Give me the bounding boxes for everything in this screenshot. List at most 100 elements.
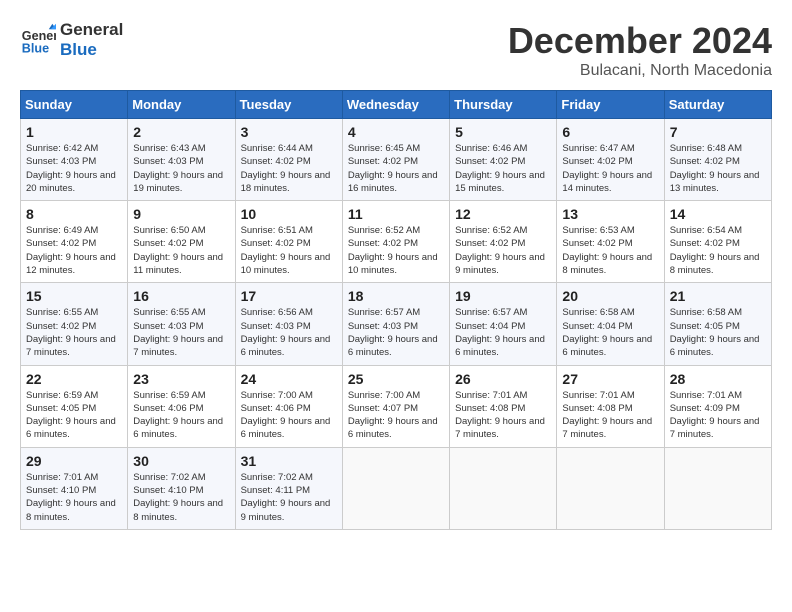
day-header-sunday: Sunday — [21, 91, 128, 119]
logo-blue: Blue — [60, 40, 123, 60]
day-header-friday: Friday — [557, 91, 664, 119]
day-number: 18 — [348, 288, 444, 304]
day-number: 8 — [26, 206, 122, 222]
day-info: Sunrise: 7:01 AMSunset: 4:09 PMDaylight:… — [670, 389, 766, 442]
calendar-week-row: 22 Sunrise: 6:59 AMSunset: 4:05 PMDayligh… — [21, 365, 772, 447]
day-number: 16 — [133, 288, 229, 304]
day-number: 29 — [26, 453, 122, 469]
calendar-cell: 19 Sunrise: 6:57 AMSunset: 4:04 PMDayligh… — [450, 283, 557, 365]
day-number: 6 — [562, 124, 658, 140]
calendar-cell: 5 Sunrise: 6:46 AMSunset: 4:02 PMDaylight… — [450, 119, 557, 201]
day-number: 25 — [348, 371, 444, 387]
day-number: 1 — [26, 124, 122, 140]
calendar-cell: 10 Sunrise: 6:51 AMSunset: 4:02 PMDayligh… — [235, 201, 342, 283]
calendar-cell: 21 Sunrise: 6:58 AMSunset: 4:05 PMDayligh… — [664, 283, 771, 365]
day-info: Sunrise: 6:46 AMSunset: 4:02 PMDaylight:… — [455, 142, 551, 195]
calendar-cell: 31 Sunrise: 7:02 AMSunset: 4:11 PMDayligh… — [235, 447, 342, 529]
calendar-cell: 18Sunrise: 6:57 AMSunset: 4:03 PMDayligh… — [342, 283, 449, 365]
calendar-cell: 24 Sunrise: 7:00 AMSunset: 4:06 PMDayligh… — [235, 365, 342, 447]
day-number: 2 — [133, 124, 229, 140]
calendar-cell: 17 Sunrise: 6:56 AMSunset: 4:03 PMDayligh… — [235, 283, 342, 365]
calendar-cell: 28 Sunrise: 7:01 AMSunset: 4:09 PMDayligh… — [664, 365, 771, 447]
calendar-cell — [557, 447, 664, 529]
month-title: December 2024 — [508, 20, 772, 62]
calendar-cell: 6 Sunrise: 6:47 AMSunset: 4:02 PMDaylight… — [557, 119, 664, 201]
day-header-thursday: Thursday — [450, 91, 557, 119]
calendar-cell: 27 Sunrise: 7:01 AMSunset: 4:08 PMDayligh… — [557, 365, 664, 447]
calendar-cell: 26 Sunrise: 7:01 AMSunset: 4:08 PMDayligh… — [450, 365, 557, 447]
day-number: 12 — [455, 206, 551, 222]
day-info: Sunrise: 7:00 AMSunset: 4:07 PMDaylight:… — [348, 389, 444, 442]
day-number: 17 — [241, 288, 337, 304]
day-number: 20 — [562, 288, 658, 304]
day-info: Sunrise: 6:52 AMSunset: 4:02 PMDaylight:… — [455, 224, 551, 277]
day-header-monday: Monday — [128, 91, 235, 119]
day-number: 30 — [133, 453, 229, 469]
day-info: Sunrise: 6:57 AMSunset: 4:04 PMDaylight:… — [455, 306, 551, 359]
day-info: Sunrise: 6:51 AMSunset: 4:02 PMDaylight:… — [241, 224, 337, 277]
logo-icon: General Blue — [20, 22, 56, 58]
day-info: Sunrise: 7:00 AMSunset: 4:06 PMDaylight:… — [241, 389, 337, 442]
day-info: Sunrise: 6:47 AMSunset: 4:02 PMDaylight:… — [562, 142, 658, 195]
day-number: 7 — [670, 124, 766, 140]
calendar-cell: 25 Sunrise: 7:00 AMSunset: 4:07 PMDayligh… — [342, 365, 449, 447]
calendar-cell: 23Sunrise: 6:59 AMSunset: 4:06 PMDayligh… — [128, 365, 235, 447]
day-info: Sunrise: 6:59 AMSunset: 4:06 PMDaylight:… — [133, 389, 229, 442]
day-header-tuesday: Tuesday — [235, 91, 342, 119]
day-number: 31 — [241, 453, 337, 469]
svg-text:Blue: Blue — [22, 42, 49, 56]
day-info: Sunrise: 6:49 AMSunset: 4:02 PMDaylight:… — [26, 224, 122, 277]
day-number: 21 — [670, 288, 766, 304]
day-number: 11 — [348, 206, 444, 222]
day-header-wednesday: Wednesday — [342, 91, 449, 119]
day-info: Sunrise: 6:44 AMSunset: 4:02 PMDaylight:… — [241, 142, 337, 195]
day-number: 22 — [26, 371, 122, 387]
calendar-cell: 15Sunrise: 6:55 AMSunset: 4:02 PMDayligh… — [21, 283, 128, 365]
calendar-week-row: 1 Sunrise: 6:42 AMSunset: 4:03 PMDaylight… — [21, 119, 772, 201]
calendar-cell: 12 Sunrise: 6:52 AMSunset: 4:02 PMDayligh… — [450, 201, 557, 283]
calendar-cell: 7Sunrise: 6:48 AMSunset: 4:02 PMDaylight… — [664, 119, 771, 201]
day-info: Sunrise: 7:01 AMSunset: 4:08 PMDaylight:… — [562, 389, 658, 442]
day-header-saturday: Saturday — [664, 91, 771, 119]
calendar-cell: 1 Sunrise: 6:42 AMSunset: 4:03 PMDaylight… — [21, 119, 128, 201]
calendar-cell: 22 Sunrise: 6:59 AMSunset: 4:05 PMDayligh… — [21, 365, 128, 447]
day-info: Sunrise: 6:55 AMSunset: 4:03 PMDaylight:… — [133, 306, 229, 359]
calendar-cell: 9 Sunrise: 6:50 AMSunset: 4:02 PMDaylight… — [128, 201, 235, 283]
calendar-cell: 16 Sunrise: 6:55 AMSunset: 4:03 PMDayligh… — [128, 283, 235, 365]
calendar-cell: 29 Sunrise: 7:01 AMSunset: 4:10 PMDayligh… — [21, 447, 128, 529]
day-info: Sunrise: 6:58 AMSunset: 4:05 PMDaylight:… — [670, 306, 766, 359]
calendar-cell: 3Sunrise: 6:44 AMSunset: 4:02 PMDaylight… — [235, 119, 342, 201]
day-number: 10 — [241, 206, 337, 222]
calendar-cell: 14Sunrise: 6:54 AMSunset: 4:02 PMDayligh… — [664, 201, 771, 283]
day-number: 13 — [562, 206, 658, 222]
day-info: Sunrise: 6:50 AMSunset: 4:02 PMDaylight:… — [133, 224, 229, 277]
day-info: Sunrise: 7:01 AMSunset: 4:10 PMDaylight:… — [26, 471, 122, 524]
calendar-cell: 30Sunrise: 7:02 AMSunset: 4:10 PMDayligh… — [128, 447, 235, 529]
day-number: 26 — [455, 371, 551, 387]
calendar-cell: 8 Sunrise: 6:49 AMSunset: 4:02 PMDaylight… — [21, 201, 128, 283]
day-number: 9 — [133, 206, 229, 222]
day-number: 27 — [562, 371, 658, 387]
day-number: 28 — [670, 371, 766, 387]
calendar-cell — [664, 447, 771, 529]
day-info: Sunrise: 6:45 AMSunset: 4:02 PMDaylight:… — [348, 142, 444, 195]
calendar-cell — [342, 447, 449, 529]
calendar-week-row: 15Sunrise: 6:55 AMSunset: 4:02 PMDayligh… — [21, 283, 772, 365]
day-number: 5 — [455, 124, 551, 140]
calendar-cell: 2 Sunrise: 6:43 AMSunset: 4:03 PMDaylight… — [128, 119, 235, 201]
day-number: 24 — [241, 371, 337, 387]
calendar-cell — [450, 447, 557, 529]
day-info: Sunrise: 6:42 AMSunset: 4:03 PMDaylight:… — [26, 142, 122, 195]
day-info: Sunrise: 6:59 AMSunset: 4:05 PMDaylight:… — [26, 389, 122, 442]
day-info: Sunrise: 6:56 AMSunset: 4:03 PMDaylight:… — [241, 306, 337, 359]
day-info: Sunrise: 7:02 AMSunset: 4:11 PMDaylight:… — [241, 471, 337, 524]
day-info: Sunrise: 6:43 AMSunset: 4:03 PMDaylight:… — [133, 142, 229, 195]
logo: General Blue General Blue — [20, 20, 123, 61]
title-block: December 2024 Bulacani, North Macedonia — [508, 20, 772, 80]
calendar-cell: 13Sunrise: 6:53 AMSunset: 4:02 PMDayligh… — [557, 201, 664, 283]
calendar-cell: 11Sunrise: 6:52 AMSunset: 4:02 PMDayligh… — [342, 201, 449, 283]
day-number: 14 — [670, 206, 766, 222]
day-number: 15 — [26, 288, 122, 304]
day-number: 19 — [455, 288, 551, 304]
day-info: Sunrise: 7:01 AMSunset: 4:08 PMDaylight:… — [455, 389, 551, 442]
